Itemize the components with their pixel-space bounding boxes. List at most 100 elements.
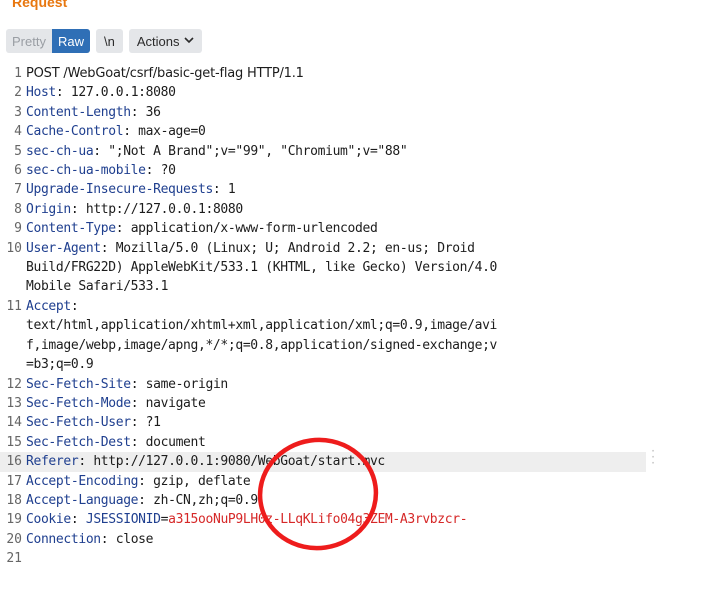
splitter-handle-icon[interactable]: · · ·	[650, 445, 656, 469]
header-line-sec-ch-ua-mobile: 6 sec-ch-ua-mobile: ?0	[0, 161, 646, 180]
line-number: 17	[6, 473, 22, 489]
header-line-cookie: 19 Cookie: JSESSIONID=a315ooNuP9LH0z-LLq…	[0, 510, 646, 529]
header-line-accept-encoding: 17 Accept-Encoding: gzip, deflate	[0, 472, 646, 491]
header-value: Mozilla/5.0 (Linux; U; Android 2.2; en-u…	[115, 240, 475, 256]
raw-tab[interactable]: Raw	[51, 29, 90, 53]
header-line-accept: 11 Accept:	[0, 297, 646, 316]
header-line-host: 2 Host: 127.0.0.1:8080	[0, 83, 646, 102]
header-line-referer: 16 Referer: http://127.0.0.1:9080/WebGoa…	[0, 452, 646, 472]
header-line-upgrade-insecure-requests: 7 Upgrade-Insecure-Requests: 1	[0, 180, 646, 199]
header-line-content-length: 3 Content-Length: 36	[0, 103, 646, 122]
header-name: Sec-Fetch-Mode	[26, 395, 131, 411]
header-name: Cache-Control	[26, 124, 124, 140]
header-value: http://127.0.0.1:9080/WebGoat/start.mvc	[93, 454, 385, 470]
header-line-sec-fetch-mode: 13 Sec-Fetch-Mode: navigate	[0, 394, 646, 413]
header-name: Origin	[26, 201, 71, 217]
header-name: Accept	[26, 298, 71, 314]
raw-request-editor[interactable]: 1 POST /WebGoat/csrf/basic-get-flag HTTP…	[0, 64, 646, 569]
line-number: 6	[14, 163, 22, 179]
request-line: 1 POST /WebGoat/csrf/basic-get-flag HTTP…	[0, 64, 646, 83]
header-name: Sec-Fetch-Site	[26, 376, 131, 392]
header-line-accept-wrap: f,image/webp,image/apng,*/*;q=0.8,applic…	[0, 336, 646, 355]
chevron-down-icon	[184, 35, 195, 47]
message-editor-toolbar: Pretty Raw \n Actions	[6, 29, 203, 53]
line-number: 15	[6, 434, 22, 450]
actions-menu-button[interactable]: Actions	[128, 29, 203, 53]
header-value: document	[145, 434, 206, 450]
line-number: 9	[14, 221, 22, 237]
header-value-continued: Mobile Safari/533.1	[26, 279, 169, 295]
header-name: Accept-Language	[26, 492, 139, 508]
header-value: zh-CN,zh;q=0.9	[153, 492, 258, 508]
header-line-sec-fetch-dest: 15 Sec-Fetch-Dest: document	[0, 433, 646, 452]
header-value-continued: f,image/webp,image/apng,*/*;q=0.8,applic…	[26, 337, 498, 353]
line-number: 19	[6, 512, 22, 528]
line-number: 1	[14, 66, 22, 81]
line-number: 16	[6, 454, 22, 470]
header-value: ?1	[145, 415, 161, 431]
header-value-continued: Build/FRG22D) AppleWebKit/533.1 (KHTML, …	[26, 260, 498, 276]
line-number: 12	[6, 376, 22, 392]
header-line-accept-wrap: =b3;q=0.9	[0, 355, 646, 374]
header-name: Connection	[26, 531, 101, 547]
line-number: 14	[6, 415, 22, 431]
header-name: Content-Length	[26, 104, 131, 120]
header-line-connection: 20 Connection: close	[0, 530, 646, 549]
line-number: 10	[6, 240, 22, 256]
cookie-value: a315ooNuP9LH0z-LLqKLifo04g3ZEM-A3rvbzcr-	[168, 512, 468, 528]
cookie-name: JSESSIONID	[85, 512, 161, 528]
empty-line: 21	[0, 549, 646, 568]
header-line-sec-fetch-site: 12 Sec-Fetch-Site: same-origin	[0, 375, 646, 394]
header-value: ?0	[160, 163, 176, 179]
header-name: Upgrade-Insecure-Requests	[26, 182, 213, 198]
header-line-sec-ch-ua: 5 sec-ch-ua: ";Not A Brand";v="99", "Chr…	[0, 142, 646, 161]
line-number: 7	[14, 182, 22, 198]
header-value: close	[115, 531, 154, 547]
line-number: 8	[14, 201, 22, 217]
header-line-accept-language: 18 Accept-Language: zh-CN,zh;q=0.9	[0, 491, 646, 510]
view-mode-toggle: Pretty Raw	[6, 29, 90, 53]
line-number: 3	[14, 104, 22, 120]
header-name: sec-ch-ua-mobile	[26, 163, 146, 179]
header-line-user-agent: 10 User-Agent: Mozilla/5.0 (Linux; U; An…	[0, 239, 646, 258]
header-value-continued: =b3;q=0.9	[26, 357, 94, 373]
header-line-sec-fetch-user: 14 Sec-Fetch-User: ?1	[0, 413, 646, 432]
header-name: Content-Type	[26, 221, 116, 237]
header-value: 127.0.0.1:8080	[70, 85, 176, 101]
line-number: 21	[6, 551, 22, 567]
header-value: gzip, deflate	[153, 473, 251, 489]
header-value: 1	[227, 182, 236, 198]
header-name: sec-ch-ua	[26, 143, 94, 159]
header-line-user-agent-wrap: Build/FRG22D) AppleWebKit/533.1 (KHTML, …	[0, 258, 646, 277]
header-value: same-origin	[145, 376, 229, 392]
line-number: 13	[6, 395, 22, 411]
header-name: Cookie	[26, 512, 71, 528]
pretty-tab[interactable]: Pretty	[6, 29, 52, 53]
header-name: Referer	[26, 454, 79, 470]
actions-label: Actions	[136, 33, 180, 49]
request-line-text: POST /WebGoat/csrf/basic-get-flag HTTP/1…	[26, 66, 304, 81]
header-name: Sec-Fetch-User	[26, 415, 131, 431]
header-name: Host	[26, 85, 56, 101]
header-line-origin: 8 Origin: http://127.0.0.1:8080	[0, 200, 646, 219]
header-value: ";Not A Brand";v="99", "Chromium";v="88"	[108, 143, 408, 159]
line-number: 18	[6, 492, 22, 508]
header-name: User-Agent	[26, 240, 101, 256]
request-panel-title: Request	[12, 0, 68, 10]
header-name: Accept-Encoding	[26, 473, 139, 489]
header-value: application/x-www-form-urlencoded	[130, 221, 378, 237]
header-value: max-age=0	[138, 124, 206, 140]
header-value: 36	[145, 104, 161, 120]
line-number: 11	[6, 298, 22, 314]
header-line-cache-control: 4 Cache-Control: max-age=0	[0, 122, 646, 141]
line-number: 20	[6, 531, 22, 547]
line-number: 2	[14, 85, 22, 101]
header-line-accept-wrap: text/html,application/xhtml+xml,applicat…	[0, 316, 646, 335]
header-line-content-type: 9 Content-Type: application/x-www-form-u…	[0, 219, 646, 238]
line-number: 4	[14, 124, 22, 140]
show-newlines-button[interactable]: \n	[95, 29, 123, 53]
header-name: Sec-Fetch-Dest	[26, 434, 131, 450]
header-value: text/html,application/xhtml+xml,applicat…	[26, 318, 498, 334]
header-line-user-agent-wrap: Mobile Safari/533.1	[0, 277, 646, 296]
header-value: http://127.0.0.1:8080	[85, 201, 243, 217]
